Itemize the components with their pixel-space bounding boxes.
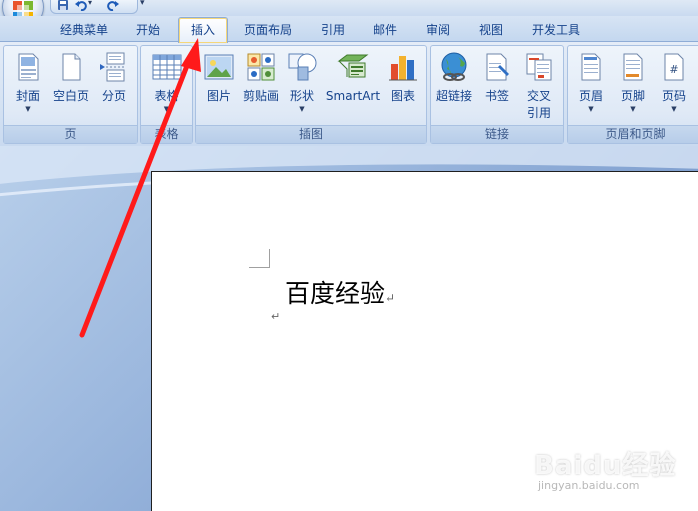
hyperlink-globe-icon — [441, 52, 467, 81]
header-button[interactable]: 页眉 ▼ — [570, 51, 612, 114]
footer-label: 页脚 — [620, 89, 645, 103]
header-icon — [581, 53, 601, 81]
picture-label: 图片 — [206, 89, 231, 103]
clipart-button[interactable]: 剪贴画 — [240, 51, 282, 104]
shapes-button[interactable]: 形状 ▼ — [284, 51, 320, 114]
bookmark-icon — [486, 53, 509, 81]
page-break-icon — [100, 52, 126, 82]
smartart-icon — [337, 54, 369, 78]
shapes-icon — [288, 53, 317, 81]
cross-reference-button[interactable]: 交叉 引用 — [519, 51, 559, 121]
tab-page-layout[interactable]: 页面布局 — [236, 19, 300, 41]
chevron-down-icon: ▼ — [299, 105, 305, 113]
cover-page-button[interactable]: 封面 ▼ — [8, 51, 48, 114]
group-illustrations-label: 插图 — [196, 125, 426, 143]
group-links: 超链接 书签 交叉 引用 链接 — [430, 45, 564, 144]
group-tables-label: 表格 — [141, 125, 192, 143]
cross-reference-label-line1: 交叉 — [526, 89, 551, 103]
page-number-button[interactable]: # 页码 ▼ — [654, 51, 694, 114]
group-header-footer-label: 页眉和页脚 — [568, 125, 698, 143]
table-label: 表格 — [154, 89, 179, 103]
group-illustrations: 图片 剪贴画 形状 ▼ SmartArt 图表 插图 — [195, 45, 427, 144]
picture-button[interactable]: 图片 — [200, 51, 238, 104]
tab-references[interactable]: 引用 — [313, 19, 353, 41]
paragraph-mark: ↵ — [385, 291, 396, 305]
tab-home[interactable]: 开始 — [128, 19, 168, 41]
chart-icon — [389, 56, 417, 81]
group-header-footer: 页眉 ▼ 页脚 ▼ # 页码 ▼ 页眉和页脚 — [567, 45, 698, 144]
undo-dropdown-icon[interactable]: ▾ — [88, 0, 92, 7]
chevron-down-icon: ▼ — [588, 105, 594, 113]
group-links-label: 链接 — [431, 125, 563, 143]
smartart-label: SmartArt — [325, 89, 381, 103]
header-label: 页眉 — [578, 89, 603, 103]
blank-page-label: 空白页 — [52, 89, 89, 103]
cross-reference-label-line2: 引用 — [526, 106, 551, 120]
quick-access-toolbar: ▾ — [50, 0, 138, 14]
cross-reference-icon — [526, 53, 552, 81]
chevron-down-icon: ▼ — [25, 105, 31, 113]
bookmark-label: 书签 — [484, 89, 509, 103]
bookmark-button[interactable]: 书签 — [477, 51, 517, 104]
tab-developer[interactable]: 开发工具 — [524, 19, 588, 41]
group-tables: 表格 ▼ 表格 — [140, 45, 193, 144]
customize-dropdown-icon[interactable]: ▾ — [140, 0, 145, 8]
chevron-down-icon: ▼ — [671, 105, 677, 113]
tab-insert[interactable]: 插入 — [178, 17, 228, 43]
tab-classic-menu[interactable]: 经典菜单 — [52, 19, 116, 41]
body-text: 百度经验 — [285, 279, 386, 308]
redo-icon[interactable] — [107, 0, 119, 11]
save-icon[interactable] — [57, 0, 69, 11]
ribbon-panel: 封面 ▼ 空白页 分页 页 表格 ▼ 表格 图片 剪贴画 形状 ▼ SmartA… — [0, 41, 698, 147]
svg-text:#: # — [669, 63, 678, 76]
undo-icon[interactable] — [75, 0, 87, 11]
empty-paragraph-mark: ↵ — [271, 310, 281, 323]
clipart-label: 剪贴画 — [242, 89, 279, 103]
tab-mailings[interactable]: 邮件 — [365, 19, 405, 41]
cover-page-label: 封面 — [15, 89, 40, 103]
hyperlink-button[interactable]: 超链接 — [433, 51, 475, 104]
tab-review[interactable]: 审阅 — [418, 19, 458, 41]
footer-icon — [623, 53, 643, 81]
page-number-icon: # — [664, 53, 684, 81]
table-button[interactable]: 表格 ▼ — [145, 51, 188, 114]
shapes-label: 形状 — [289, 89, 314, 103]
baidu-watermark: Baidu经验 jingyan.baidu.com — [528, 433, 693, 493]
blank-page-button[interactable]: 空白页 — [48, 51, 94, 104]
page-break-label: 分页 — [101, 89, 126, 103]
title-bar: ▾ ▾ — [0, 0, 698, 28]
footer-button[interactable]: 页脚 ▼ — [613, 51, 653, 114]
group-pages: 封面 ▼ 空白页 分页 页 — [3, 45, 138, 144]
picture-icon — [204, 54, 234, 80]
watermark-url: jingyan.baidu.com — [538, 479, 640, 492]
smartart-button[interactable]: SmartArt — [324, 51, 382, 104]
chart-label: 图表 — [390, 89, 415, 103]
chevron-down-icon: ▼ — [163, 105, 170, 113]
margin-corner-mark — [249, 249, 270, 268]
cover-page-icon — [18, 53, 39, 81]
tab-view[interactable]: 视图 — [471, 19, 511, 41]
chevron-down-icon: ▼ — [630, 105, 636, 113]
page-number-label: 页码 — [661, 89, 686, 103]
blank-page-icon — [62, 53, 81, 81]
hyperlink-label: 超链接 — [435, 89, 472, 103]
page-break-button[interactable]: 分页 — [94, 51, 134, 104]
table-icon — [152, 54, 181, 80]
ribbon-tab-bar: 经典菜单 开始 插入 页面布局 引用 邮件 审阅 视图 开发工具 — [0, 16, 698, 43]
chart-button[interactable]: 图表 — [384, 51, 422, 104]
document-body-text[interactable]: 百度经验↵ — [285, 274, 395, 310]
clipart-icon — [247, 53, 275, 81]
group-pages-label: 页 — [4, 125, 137, 143]
watermark-brand: Baidu经验 — [534, 451, 677, 481]
